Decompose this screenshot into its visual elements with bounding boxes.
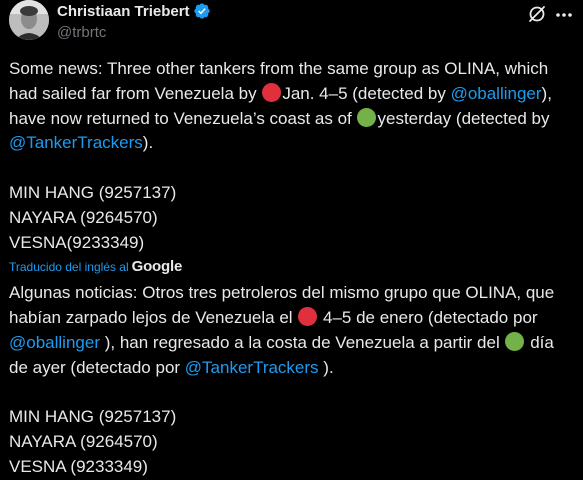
avatar-photo xyxy=(9,0,49,40)
more-dots-icon[interactable] xyxy=(554,4,574,24)
translated-text-b: 4–5 de enero (detectado por xyxy=(318,308,538,328)
avatar[interactable] xyxy=(9,0,49,40)
tweet: Christiaan Triebert @trbrtc Some news: T… xyxy=(0,0,583,476)
ship-line: MIN HANG (9257137) xyxy=(9,407,177,427)
grok-slash-icon[interactable] xyxy=(527,4,547,24)
red-circle-emoji xyxy=(298,307,318,327)
original-text-e: ). xyxy=(142,133,154,153)
google-logo: Google xyxy=(131,257,183,275)
translated-text-c: ), han regresado a la costa de Venezuela… xyxy=(99,332,505,352)
translation-attribution: Traducido del inglés al Google xyxy=(9,255,575,279)
ship-line: VESNA(9233349) xyxy=(9,232,145,252)
tweet-body: Some news: Three other tankers from the … xyxy=(9,57,575,480)
mention-tankertrackers[interactable]: @TankerTrackers xyxy=(185,358,319,377)
red-circle-emoji xyxy=(262,82,282,102)
original-text-b: Jan. 4–5 (detected by xyxy=(282,83,451,103)
translated-by-label[interactable]: Traducido del inglés al xyxy=(9,255,129,280)
translated-paragraph: Algunas noticias: Otros tres petroleros … xyxy=(9,281,575,380)
translated-text-e: ). xyxy=(318,357,334,377)
verified-badge-icon[interactable] xyxy=(193,2,211,20)
mention-tankertrackers[interactable]: @TankerTrackers xyxy=(9,133,143,152)
tweet-header: Christiaan Triebert @trbrtc xyxy=(9,0,574,52)
original-paragraph: Some news: Three other tankers from the … xyxy=(9,57,575,156)
original-text-d: yesterday (detected by xyxy=(377,108,550,128)
ship-line: NAYARA (9264570) xyxy=(9,432,158,452)
author-handle[interactable]: @trbrtc xyxy=(57,24,211,41)
mention-oballinger[interactable]: @oballinger xyxy=(9,333,100,352)
author-names: Christiaan Triebert @trbrtc xyxy=(57,1,211,41)
green-circle-emoji xyxy=(357,107,377,127)
author-display-name[interactable]: Christiaan Triebert xyxy=(57,3,190,20)
name-row: Christiaan Triebert xyxy=(57,1,211,21)
ship-line: MIN HANG (9257137) xyxy=(9,182,177,202)
mention-oballinger[interactable]: @oballinger xyxy=(451,84,542,103)
ship-line: VESNA (9233349) xyxy=(9,456,148,476)
green-circle-emoji xyxy=(505,331,525,351)
ship-line: NAYARA (9264570) xyxy=(9,207,158,227)
